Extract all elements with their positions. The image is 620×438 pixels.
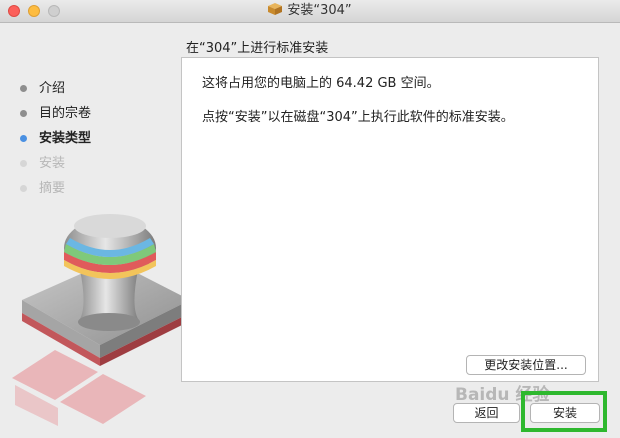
window-title: 安装“304” — [287, 3, 352, 18]
step-label: 安装类型 — [39, 131, 92, 146]
step-dot-icon — [20, 110, 27, 117]
package-icon — [268, 3, 283, 15]
install-button-highlight — [521, 391, 607, 432]
page-heading: 在“304”上进行标准安装 — [186, 41, 329, 56]
installer-steps: 介绍 目的宗卷 安装类型 安装 摘要 — [20, 80, 91, 205]
step-dot-icon — [20, 185, 27, 192]
step-label: 安装 — [39, 156, 66, 171]
installer-stamp-icon — [12, 214, 190, 426]
step-dot-icon — [20, 85, 27, 92]
change-install-location-button[interactable]: 更改安装位置... — [466, 355, 586, 375]
step-label: 摘要 — [39, 181, 66, 196]
step-dot-icon — [20, 135, 27, 142]
installer-window: 安装“304” 在“304”上进行标准安装 介绍 目的宗卷 安装类型 安装 摘要 — [0, 0, 620, 438]
step-installation-type: 安装类型 — [20, 130, 91, 155]
disk-space-text: 这将占用您的电脑上的 64.42 GB 空间。 — [202, 76, 440, 91]
title-bar: 安装“304” — [0, 0, 620, 23]
step-label: 目的宗卷 — [39, 106, 92, 121]
step-dot-icon — [20, 160, 27, 167]
content-panel: 这将占用您的电脑上的 64.42 GB 空间。 点按“安装”以在磁盘“304”上… — [181, 57, 599, 382]
step-installation: 安装 — [20, 155, 91, 180]
step-label: 介绍 — [39, 81, 66, 96]
window-title-area: 安装“304” — [0, 0, 620, 22]
step-destination: 目的宗卷 — [20, 105, 91, 130]
step-introduction: 介绍 — [20, 80, 91, 105]
install-instruction-text: 点按“安装”以在磁盘“304”上执行此软件的标准安装。 — [202, 110, 514, 125]
back-button[interactable]: 返回 — [453, 403, 520, 423]
